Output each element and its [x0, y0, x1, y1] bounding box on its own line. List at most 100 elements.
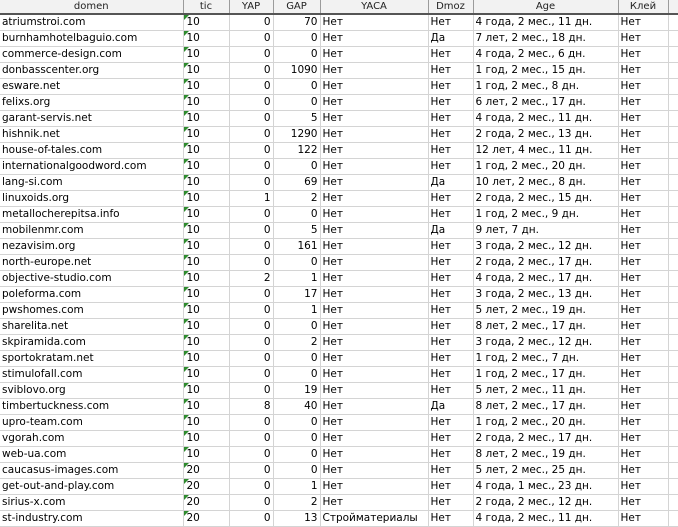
gap-cell[interactable]: 0	[273, 318, 321, 335]
tic-cell[interactable]: 10	[183, 94, 230, 111]
age-cell[interactable]: 4 года, 1 мес., 23 дн.	[473, 478, 619, 495]
domain-cell[interactable]: garant-servis.net	[0, 110, 184, 127]
yaca-cell[interactable]: Нет	[320, 270, 429, 287]
yaca-cell[interactable]: Нет	[320, 494, 429, 511]
klei-cell[interactable]: Нет	[618, 478, 669, 495]
gap-cell[interactable]: 69	[273, 174, 321, 191]
yap-cell[interactable]: 0	[229, 14, 274, 31]
dmoz-cell[interactable]: Нет	[428, 302, 474, 319]
yaca-cell[interactable]: Нет	[320, 110, 429, 127]
age-cell[interactable]: 8 лет, 2 мес., 17 дн.	[473, 318, 619, 335]
klei-cell[interactable]: Нет	[618, 270, 669, 287]
empty-cell[interactable]	[668, 62, 678, 79]
gap-cell[interactable]: 1090	[273, 62, 321, 79]
tic-cell[interactable]: 20	[183, 478, 230, 495]
domain-cell[interactable]: poleforma.com	[0, 286, 184, 303]
yaca-cell[interactable]: Нет	[320, 62, 429, 79]
yap-cell[interactable]: 0	[229, 30, 274, 47]
gap-cell[interactable]: 0	[273, 446, 321, 463]
dmoz-cell[interactable]: Нет	[428, 254, 474, 271]
gap-cell[interactable]: 2	[273, 494, 321, 511]
dmoz-cell[interactable]: Нет	[428, 94, 474, 111]
yaca-cell[interactable]: Нет	[320, 222, 429, 239]
domain-cell[interactable]: burnhamhotelbaguio.com	[0, 30, 184, 47]
klei-cell[interactable]: Нет	[618, 46, 669, 63]
dmoz-cell[interactable]: Нет	[428, 350, 474, 367]
klei-cell[interactable]: Нет	[618, 222, 669, 239]
empty-cell[interactable]	[668, 302, 678, 319]
yaca-cell[interactable]: Нет	[320, 190, 429, 207]
tic-cell[interactable]: 10	[183, 350, 230, 367]
yap-cell[interactable]: 0	[229, 286, 274, 303]
domain-cell[interactable]: get-out-and-play.com	[0, 478, 184, 495]
dmoz-cell[interactable]: Нет	[428, 190, 474, 207]
tic-cell[interactable]: 10	[183, 190, 230, 207]
domain-cell[interactable]: st-industry.com	[0, 510, 184, 527]
empty-cell[interactable]	[668, 398, 678, 415]
gap-cell[interactable]: 0	[273, 30, 321, 47]
tic-cell[interactable]: 10	[183, 62, 230, 79]
klei-cell[interactable]: Нет	[618, 414, 669, 431]
dmoz-cell[interactable]: Нет	[428, 510, 474, 527]
dmoz-cell[interactable]: Нет	[428, 382, 474, 399]
yaca-cell[interactable]: Нет	[320, 302, 429, 319]
gap-cell[interactable]: 0	[273, 46, 321, 63]
yap-cell[interactable]: 0	[229, 446, 274, 463]
dmoz-cell[interactable]: Нет	[428, 366, 474, 383]
domain-cell[interactable]: esware.net	[0, 78, 184, 95]
yaca-cell[interactable]: Нет	[320, 46, 429, 63]
gap-cell[interactable]: 161	[273, 238, 321, 255]
tic-cell[interactable]: 10	[183, 446, 230, 463]
domain-cell[interactable]: metallocherepitsa.info	[0, 206, 184, 223]
tic-cell[interactable]: 10	[183, 398, 230, 415]
yap-cell[interactable]: 0	[229, 110, 274, 127]
age-cell[interactable]: 1 год, 2 мес., 17 дн.	[473, 366, 619, 383]
klei-cell[interactable]: Нет	[618, 110, 669, 127]
yaca-cell[interactable]: Нет	[320, 318, 429, 335]
yap-cell[interactable]: 0	[229, 302, 274, 319]
tic-cell[interactable]: 10	[183, 142, 230, 159]
yap-cell[interactable]: 0	[229, 222, 274, 239]
yap-cell[interactable]: 0	[229, 158, 274, 175]
gap-cell[interactable]: 122	[273, 142, 321, 159]
gap-cell[interactable]: 1290	[273, 126, 321, 143]
age-cell[interactable]: 3 года, 2 мес., 12 дн.	[473, 334, 619, 351]
tic-cell[interactable]: 10	[183, 414, 230, 431]
empty-cell[interactable]	[668, 270, 678, 287]
empty-cell[interactable]	[668, 174, 678, 191]
tic-cell[interactable]: 10	[183, 110, 230, 127]
dmoz-cell[interactable]: Нет	[428, 462, 474, 479]
gap-cell[interactable]: 0	[273, 254, 321, 271]
dmoz-cell[interactable]: Нет	[428, 446, 474, 463]
column-header-domen[interactable]: domen	[0, 0, 184, 15]
empty-cell[interactable]	[668, 334, 678, 351]
dmoz-cell[interactable]: Нет	[428, 46, 474, 63]
domain-cell[interactable]: pwshomes.com	[0, 302, 184, 319]
klei-cell[interactable]: Нет	[618, 430, 669, 447]
column-header-empty[interactable]	[668, 0, 678, 15]
domain-cell[interactable]: sviblovo.org	[0, 382, 184, 399]
domain-cell[interactable]: caucasus-images.com	[0, 462, 184, 479]
yaca-cell[interactable]: Нет	[320, 14, 429, 31]
tic-cell[interactable]: 10	[183, 366, 230, 383]
klei-cell[interactable]: Нет	[618, 446, 669, 463]
empty-cell[interactable]	[668, 14, 678, 31]
domain-cell[interactable]: house-of-tales.com	[0, 142, 184, 159]
klei-cell[interactable]: Нет	[618, 494, 669, 511]
yap-cell[interactable]: 0	[229, 350, 274, 367]
domain-cell[interactable]: web-ua.com	[0, 446, 184, 463]
age-cell[interactable]: 5 лет, 2 мес., 19 дн.	[473, 302, 619, 319]
domain-cell[interactable]: objective-studio.com	[0, 270, 184, 287]
gap-cell[interactable]: 0	[273, 366, 321, 383]
gap-cell[interactable]: 0	[273, 430, 321, 447]
tic-cell[interactable]: 20	[183, 462, 230, 479]
dmoz-cell[interactable]: Да	[428, 398, 474, 415]
yap-cell[interactable]: 2	[229, 270, 274, 287]
tic-cell[interactable]: 10	[183, 14, 230, 31]
gap-cell[interactable]: 2	[273, 190, 321, 207]
yap-cell[interactable]: 0	[229, 142, 274, 159]
age-cell[interactable]: 4 года, 2 мес., 17 дн.	[473, 270, 619, 287]
age-cell[interactable]: 12 лет, 4 мес., 11 дн.	[473, 142, 619, 159]
domain-cell[interactable]: donbasscenter.org	[0, 62, 184, 79]
yaca-cell[interactable]: Нет	[320, 238, 429, 255]
